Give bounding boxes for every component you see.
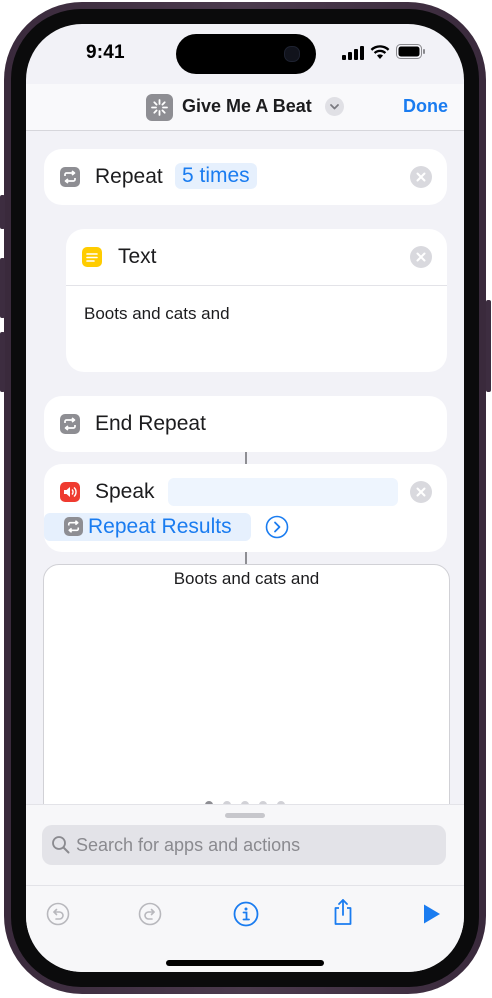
divider [66, 285, 447, 286]
flow-connector [245, 452, 247, 464]
undo-icon[interactable] [46, 902, 70, 926]
action-button [0, 195, 5, 229]
sparkle-icon [151, 99, 168, 116]
remove-repeat-button[interactable] [410, 166, 432, 188]
volume-down-button [0, 332, 5, 392]
sheet-grabber[interactable] [225, 813, 265, 818]
repeat-label: Repeat [95, 165, 163, 188]
speak-text-field[interactable] [168, 478, 398, 506]
side-button [486, 300, 491, 392]
repeat-icon [60, 414, 80, 434]
result-preview-panel: Boots and cats and [43, 564, 450, 826]
wifi-icon [370, 45, 390, 59]
speak-label: Speak [95, 480, 155, 503]
remove-speak-button[interactable] [410, 481, 432, 503]
title-menu-button[interactable] [325, 97, 344, 116]
speak-action-card[interactable]: Speak Repeat Results [44, 464, 447, 552]
repeat-results-label: Repeat Results [88, 515, 232, 538]
remove-text-button[interactable] [410, 246, 432, 268]
shortcut-title[interactable]: Give Me A Beat [182, 96, 312, 117]
toolbar-divider [26, 885, 464, 886]
search-placeholder: Search for apps and actions [76, 835, 301, 855]
text-label: Text [118, 245, 157, 268]
play-icon[interactable] [422, 903, 442, 925]
flow-connector [245, 552, 247, 564]
navigation-bar: Give Me A Beat Done [26, 84, 464, 131]
redo-icon[interactable] [138, 902, 162, 926]
search-field[interactable]: Search for apps and actions [42, 825, 446, 865]
share-icon[interactable] [332, 898, 354, 926]
close-icon [416, 252, 426, 262]
battery-icon [396, 44, 425, 59]
action-search-sheet: Search for apps and actions [26, 804, 464, 972]
close-icon [416, 487, 426, 497]
front-camera [284, 46, 300, 62]
repeat-action-card[interactable]: Repeat 5 times [44, 149, 447, 205]
end-repeat-action-card[interactable]: End Repeat [44, 396, 447, 452]
text-content-field[interactable]: Boots and cats and [84, 304, 230, 324]
chevron-down-icon [330, 104, 339, 110]
close-icon [416, 172, 426, 182]
volume-up-button [0, 258, 5, 318]
status-time: 9:41 [86, 42, 125, 63]
search-icon [52, 836, 70, 854]
chevron-right-circle-icon[interactable] [265, 515, 289, 539]
repeat-results-variable[interactable]: Repeat Results [44, 513, 251, 541]
text-action-card[interactable]: Text Boots and cats and [66, 229, 447, 372]
shortcut-icon[interactable] [146, 94, 173, 121]
home-indicator[interactable] [166, 960, 324, 966]
speaker-icon [60, 482, 80, 502]
screen: 9:41 Give Me A Beat Done Repeat 5 times … [26, 24, 464, 972]
end-repeat-label: End Repeat [95, 412, 206, 435]
text-icon [82, 247, 102, 267]
repeat-icon [64, 517, 83, 536]
info-icon[interactable] [233, 901, 259, 927]
repeat-icon [60, 167, 80, 187]
cellular-signal-icon [342, 46, 364, 60]
repeat-count-parameter[interactable]: 5 times [175, 163, 257, 189]
done-button[interactable]: Done [403, 96, 448, 117]
result-text: Boots and cats and [173, 569, 320, 588]
